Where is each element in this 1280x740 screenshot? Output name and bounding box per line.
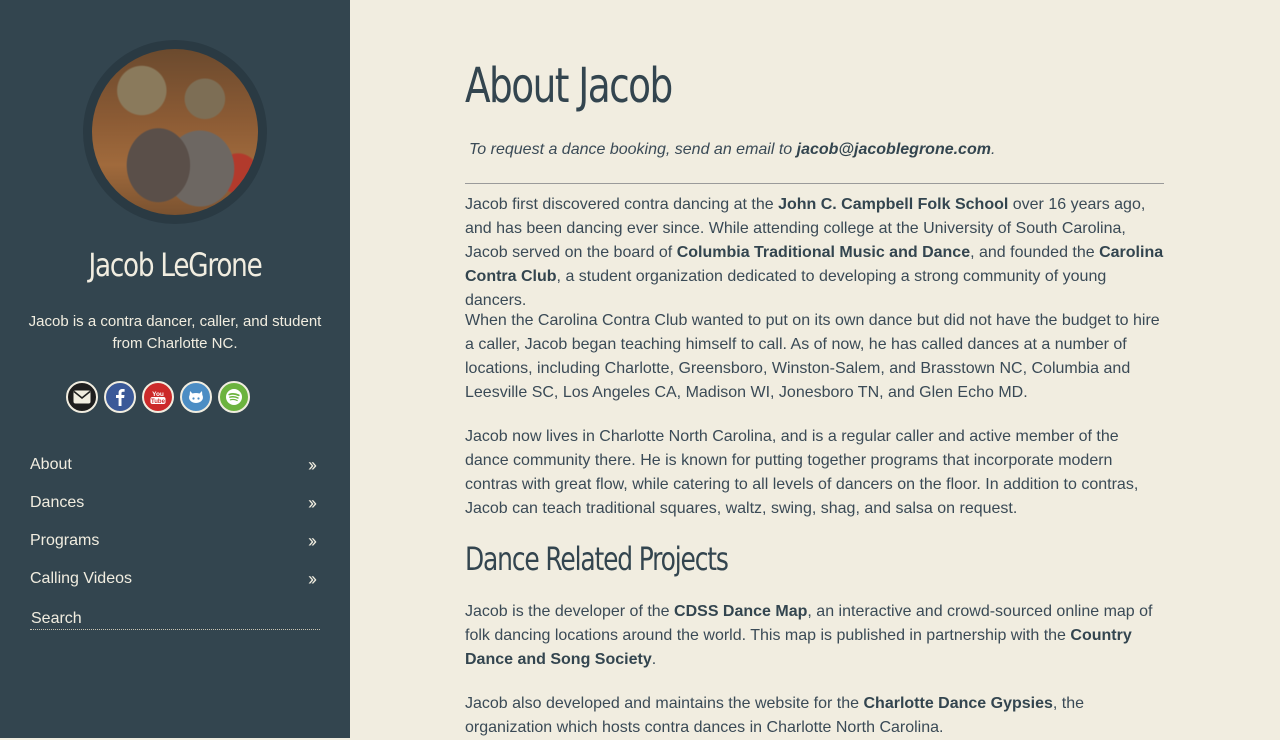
youtube-icon: You Tube [150,391,166,405]
text: Jacob is the developer of the [465,603,675,620]
github-link[interactable] [180,381,212,413]
tagline: Jacob is a contra dancer, caller, and st… [28,313,322,352]
svg-text:You: You [152,391,164,398]
nav-item-label: Programs [30,532,100,549]
github-icon [189,391,203,403]
nav-item-label: Dances [30,494,85,511]
facebook-icon [116,389,125,406]
spotify-link[interactable] [218,381,250,413]
social-links: You Tube [66,381,250,413]
envelope-icon [73,390,91,404]
section-title: Dance Related Projects [465,540,729,578]
text: Jacob first discovered contra dancing at… [465,196,779,213]
search-input[interactable] [30,608,321,629]
booking-text: To request a dance booking, send an emai… [469,141,797,158]
text: Jacob also developed and maintains the w… [465,695,864,712]
double-chevron-right-icon: ›› [308,454,317,475]
intro-paragraph: Jacob first discovered contra dancing at… [465,193,1165,313]
nav-item-label: About [30,456,72,473]
charlotte-dance-gypsies-link[interactable]: Charlotte Dance Gypsies [863,695,1052,712]
columbia-tmd-link[interactable]: Columbia Traditional Music and Dance [677,244,970,261]
search-box [30,608,321,630]
nav-item-about[interactable]: About ›› [30,446,320,484]
calling-paragraph: When the Carolina Contra Club wanted to … [465,312,1160,401]
text: , a student organization dedicated to de… [465,268,1107,309]
booking-note: To request a dance booking, send an emai… [469,141,995,159]
charlotte-paragraph: Jacob now lives in Charlotte North Carol… [465,428,1139,517]
divider [465,183,1164,184]
page-title: About Jacob [465,58,673,114]
nav-item-calling-videos[interactable]: Calling Videos ›› [30,560,320,598]
sidebar-nav: About ›› Dances ›› Programs ›› Calling V… [30,446,320,598]
site-owner-name[interactable]: Jacob LeGrone [32,246,319,284]
email-link[interactable] [66,381,98,413]
dance-map-paragraph: Jacob is the developer of the CDSS Dance… [465,600,1165,672]
double-chevron-right-icon: ›› [308,568,317,589]
cdss-dance-map-link[interactable]: CDSS Dance Map [674,603,807,620]
folk-school-link[interactable]: John C. Campbell Folk School [778,196,1008,213]
spotify-icon [226,389,242,405]
sidebar: Jacob LeGrone Jacob is a contra dancer, … [0,0,350,738]
nav-item-label: Calling Videos [30,570,132,587]
text: , and founded the [970,244,1100,261]
booking-suffix: . [990,141,996,158]
dance-gypsies-paragraph: Jacob also developed and maintains the w… [465,692,1165,740]
nav-item-programs[interactable]: Programs ›› [30,522,320,560]
facebook-link[interactable] [104,381,136,413]
avatar-frame [83,40,267,224]
avatar[interactable] [92,49,258,215]
booking-email-link[interactable]: jacob@jacoblegrone.com [797,141,991,158]
double-chevron-right-icon: ›› [308,530,317,551]
double-chevron-right-icon: ›› [308,492,317,513]
nav-item-dances[interactable]: Dances ›› [30,484,320,522]
svg-text:Tube: Tube [151,399,166,405]
youtube-link[interactable]: You Tube [142,381,174,413]
text: . [651,651,657,668]
